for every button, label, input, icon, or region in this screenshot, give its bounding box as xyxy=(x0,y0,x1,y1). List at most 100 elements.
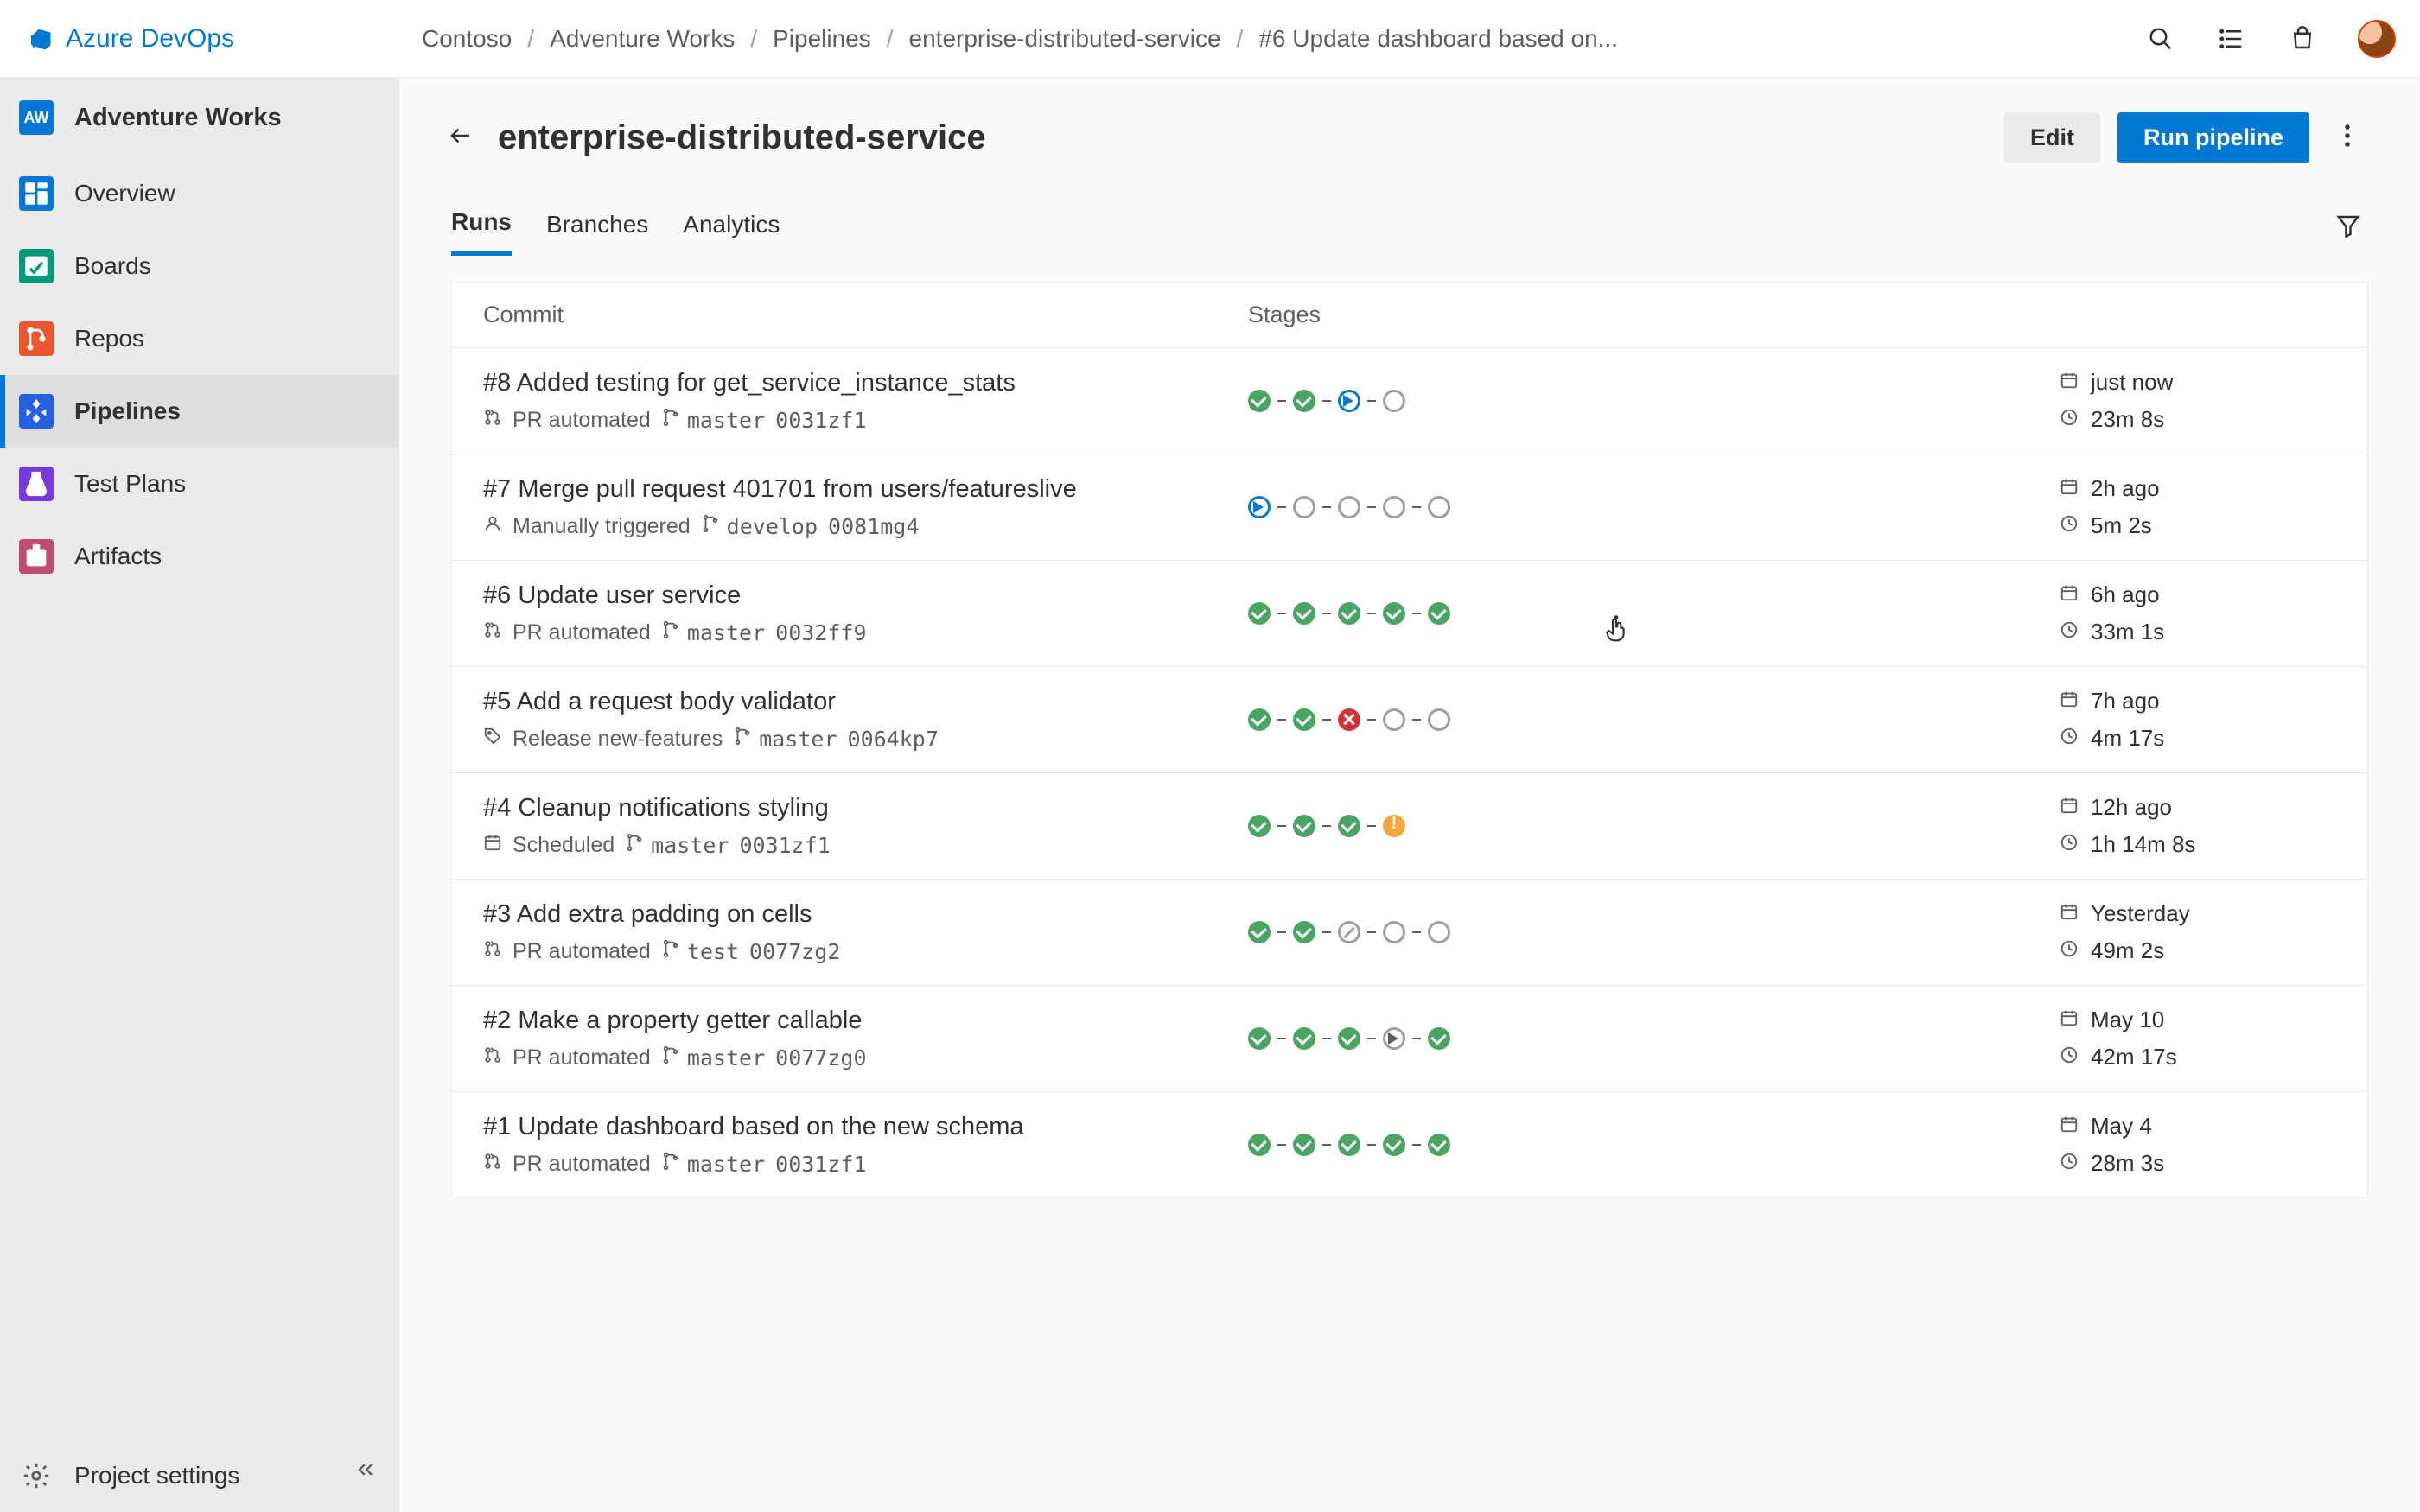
stage-success-icon[interactable] xyxy=(1248,1134,1270,1156)
stage-success-icon[interactable] xyxy=(1293,602,1315,625)
clock-icon xyxy=(2060,1150,2079,1177)
stage-success-icon[interactable] xyxy=(1248,921,1270,943)
run-row[interactable]: #5 Add a request body validatorRelease n… xyxy=(452,667,2367,773)
branch-name[interactable]: master xyxy=(687,620,765,645)
branch-name[interactable]: master xyxy=(687,408,765,433)
marketplace-icon[interactable] xyxy=(2287,23,2318,54)
stage-pending-icon[interactable] xyxy=(1383,496,1405,518)
stage-pending-icon[interactable] xyxy=(1428,496,1450,518)
branch-name[interactable]: master xyxy=(687,1152,765,1177)
sidebar-item-artifacts[interactable]: Artifacts xyxy=(0,520,398,593)
stage-success-icon[interactable] xyxy=(1293,390,1315,412)
run-row[interactable]: #8 Added testing for get_service_instanc… xyxy=(452,348,2367,454)
commit-hash[interactable]: 0077zg2 xyxy=(749,939,840,964)
edit-button[interactable]: Edit xyxy=(2004,112,2100,163)
breadcrumb-item[interactable]: Pipelines xyxy=(773,25,871,53)
stage-success-icon[interactable] xyxy=(1338,1027,1360,1050)
branch-name[interactable]: develop xyxy=(727,514,818,539)
run-title: #8 Added testing for get_service_instanc… xyxy=(483,369,1248,397)
run-title: #6 Update user service xyxy=(483,581,1248,610)
stage-success-icon[interactable] xyxy=(1338,815,1360,837)
stage-success-icon[interactable] xyxy=(1248,708,1270,731)
run-row[interactable]: #2 Make a property getter callablePR aut… xyxy=(452,986,2367,1092)
stage-success-icon[interactable] xyxy=(1428,602,1450,625)
stage-pending-icon[interactable] xyxy=(1383,921,1405,943)
filter-icon[interactable] xyxy=(2335,213,2361,243)
sidebar-item-label: Boards xyxy=(74,252,151,280)
sidebar-item-pipelines[interactable]: Pipelines xyxy=(0,375,398,448)
settings-list-icon[interactable] xyxy=(2216,23,2247,54)
breadcrumb-item[interactable]: Adventure Works xyxy=(550,25,735,53)
repos-icon xyxy=(19,321,54,356)
sidebar-item-test[interactable]: Test Plans xyxy=(0,448,398,520)
commit-hash[interactable]: 0064kp7 xyxy=(848,727,939,752)
project-switcher[interactable]: AW Adventure Works xyxy=(0,78,398,157)
stage-success-icon[interactable] xyxy=(1338,602,1360,625)
stage-success-icon[interactable] xyxy=(1293,815,1315,837)
stage-fail-icon[interactable] xyxy=(1338,708,1360,731)
branch-name[interactable]: master xyxy=(651,833,729,858)
stage-running-icon[interactable] xyxy=(1248,496,1270,518)
breadcrumb-item[interactable]: #6 Update dashboard based on... xyxy=(1258,25,1618,53)
stage-pending-icon[interactable] xyxy=(1383,390,1405,412)
stages xyxy=(1248,708,2060,731)
search-icon[interactable] xyxy=(2145,23,2176,54)
stage-success-icon[interactable] xyxy=(1293,708,1315,731)
user-avatar[interactable] xyxy=(2358,20,2396,58)
stage-success-icon[interactable] xyxy=(1293,921,1315,943)
stage-pending-icon[interactable] xyxy=(1293,496,1315,518)
commit-hash[interactable]: 0031zf1 xyxy=(739,833,830,858)
stage-success-icon[interactable] xyxy=(1248,602,1270,625)
tab-analytics[interactable]: Analytics xyxy=(683,202,780,254)
commit-hash[interactable]: 0031zf1 xyxy=(775,1152,866,1177)
calendar-icon xyxy=(2060,1113,2079,1140)
stage-pending-icon[interactable] xyxy=(1428,921,1450,943)
stage-success-icon[interactable] xyxy=(1248,815,1270,837)
sidebar-item-repos[interactable]: Repos xyxy=(0,302,398,375)
branch-name[interactable]: master xyxy=(687,1045,765,1070)
back-button[interactable] xyxy=(448,123,474,153)
stage-pending-icon[interactable] xyxy=(1428,708,1450,731)
stage-pending-icon[interactable] xyxy=(1338,496,1360,518)
stage-pending-icon[interactable] xyxy=(1383,708,1405,731)
sidebar-item-overview[interactable]: Overview xyxy=(0,157,398,230)
stage-success-icon[interactable] xyxy=(1383,1134,1405,1156)
stage-success-icon[interactable] xyxy=(1293,1134,1315,1156)
commit-hash[interactable]: 0077zg0 xyxy=(775,1045,866,1070)
tab-runs[interactable]: Runs xyxy=(451,200,512,256)
breadcrumb-item[interactable]: enterprise-distributed-service xyxy=(909,25,1221,53)
project-settings[interactable]: Project settings xyxy=(0,1439,398,1512)
collapse-sidebar-icon[interactable] xyxy=(353,1458,378,1486)
stage-success-icon[interactable] xyxy=(1428,1027,1450,1050)
run-row[interactable]: #6 Update user servicePR automatedmaster… xyxy=(452,561,2367,667)
stage-partial-icon[interactable] xyxy=(1383,1027,1405,1050)
commit-hash[interactable]: 0081mg4 xyxy=(828,514,919,539)
stage-running-icon[interactable] xyxy=(1338,390,1360,412)
stage-success-icon[interactable] xyxy=(1338,1134,1360,1156)
run-row[interactable]: #1 Update dashboard based on the new sch… xyxy=(452,1092,2367,1198)
stage-warning-icon[interactable] xyxy=(1383,815,1405,837)
run-row[interactable]: #3 Add extra padding on cellsPR automate… xyxy=(452,880,2367,986)
branch-name[interactable]: test xyxy=(687,939,739,964)
run-row[interactable]: #4 Cleanup notifications stylingSchedule… xyxy=(452,773,2367,880)
branch-name[interactable]: master xyxy=(759,727,837,752)
stage-success-icon[interactable] xyxy=(1383,602,1405,625)
breadcrumb: Contoso/ Adventure Works/ Pipelines/ ent… xyxy=(422,25,1618,53)
commit-hash[interactable]: 0031zf1 xyxy=(775,408,866,433)
run-pipeline-button[interactable]: Run pipeline xyxy=(2118,112,2309,163)
more-menu-icon[interactable] xyxy=(2327,114,2368,162)
stage-success-icon[interactable] xyxy=(1293,1027,1315,1050)
sidebar-item-boards[interactable]: Boards xyxy=(0,230,398,302)
pipelines-icon xyxy=(19,394,54,429)
breadcrumb-item[interactable]: Contoso xyxy=(422,25,512,53)
product-name: Azure DevOps xyxy=(66,24,234,54)
stage-success-icon[interactable] xyxy=(1248,390,1270,412)
run-title: #2 Make a property getter callable xyxy=(483,1007,1248,1035)
tab-branches[interactable]: Branches xyxy=(546,202,648,254)
stage-success-icon[interactable] xyxy=(1428,1134,1450,1156)
stage-cancelled-icon[interactable] xyxy=(1338,921,1360,943)
commit-hash[interactable]: 0032ff9 xyxy=(775,620,866,645)
stage-success-icon[interactable] xyxy=(1248,1027,1270,1050)
product-logo[interactable]: Azure DevOps xyxy=(24,23,379,54)
run-row[interactable]: #7 Merge pull request 401701 from users/… xyxy=(452,454,2367,561)
